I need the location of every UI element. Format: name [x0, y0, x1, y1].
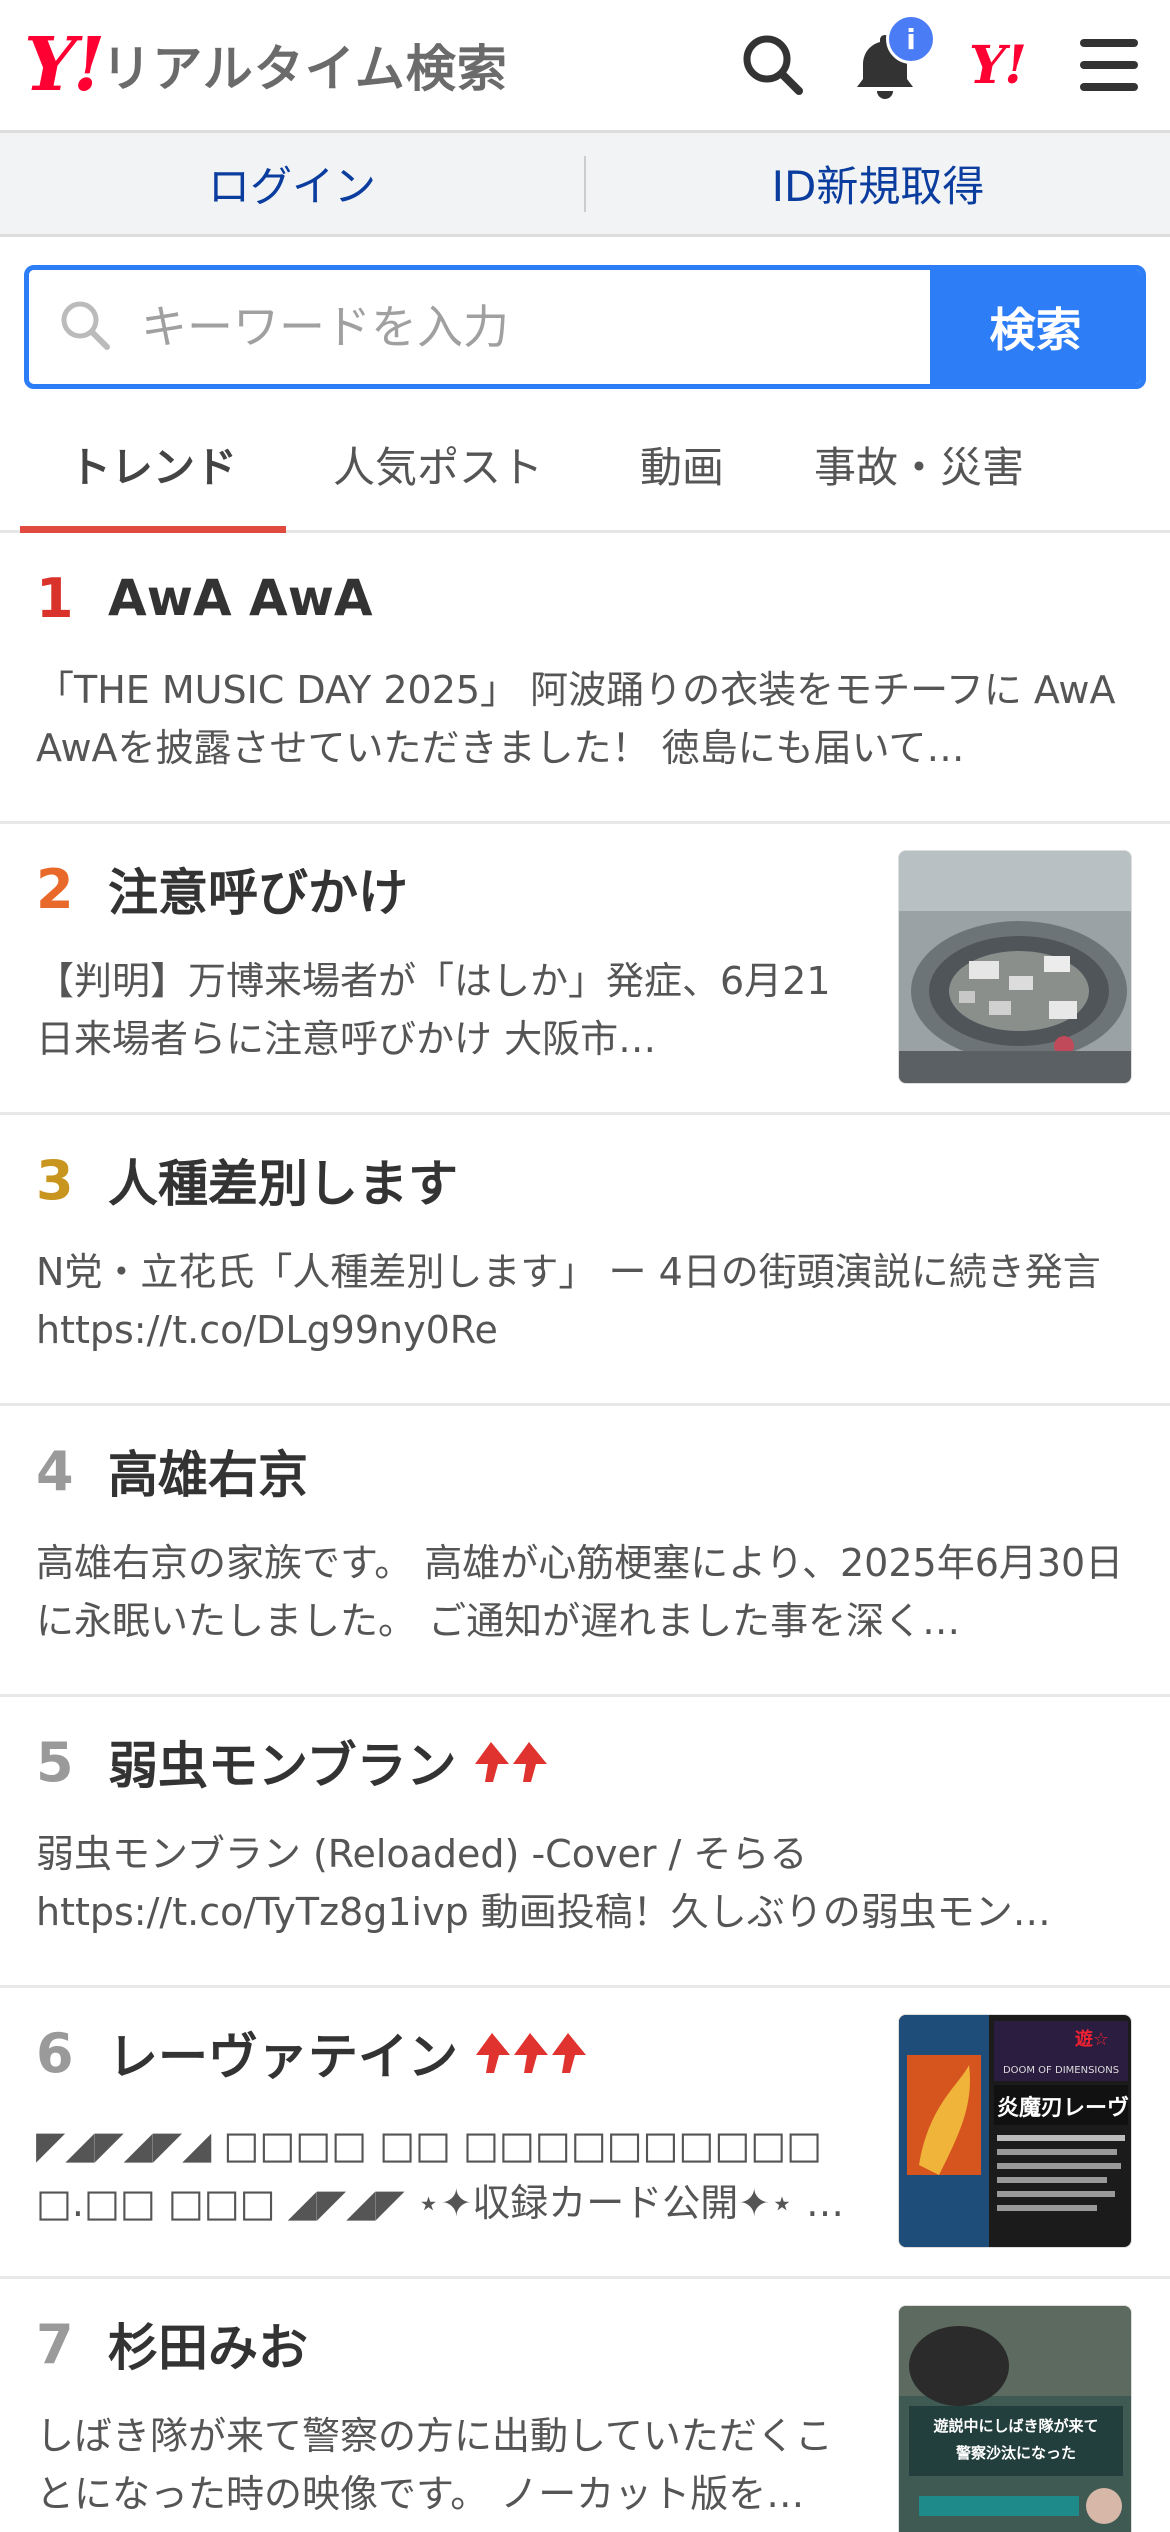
trend-title: 高雄右京	[108, 1446, 308, 1504]
trend-description: N党・立花氏「人種差別します」 ー 4日の街頭演説に続き発言 https://t…	[36, 1250, 1101, 1352]
trend-description: 弱虫モンブラン (Reloaded) -Cover / そらる https://…	[36, 1832, 1051, 1934]
trend-title: 人種差別します	[108, 1155, 458, 1213]
trend-item-4[interactable]: 4 高雄右京 高雄右京の家族です。 高雄が心筋梗塞により、2025年6月30日に…	[0, 1406, 1170, 1697]
tab-accidents-disasters[interactable]: 事故・災害	[774, 399, 1064, 530]
trend-description: 【判明】万博来場者が「はしか」発症、6月21日来場者らに注意呼びかけ 大阪市…	[36, 959, 831, 1061]
yahoo-logo-mark: Y!	[24, 22, 105, 108]
search-button[interactable]: 検索	[930, 270, 1141, 384]
trend-description: 「THE MUSIC DAY 2025」 阿波踊りの衣装をモチーフに AwA A…	[36, 668, 1116, 770]
trend-title: AwA AwA	[108, 569, 373, 627]
trend-list: 1 AwA AwA 「THE MUSIC DAY 2025」 阿波踊りの衣装をモ…	[0, 533, 1170, 2532]
notification-bell-icon[interactable]: i	[848, 14, 936, 102]
rank-number: 2	[36, 857, 74, 921]
yahoo-japan-icon[interactable]: Y!	[960, 28, 1034, 102]
rank-number: 7	[36, 2312, 74, 2376]
trend-title: 弱虫モンブラン	[108, 1737, 457, 1795]
login-link[interactable]: ログイン	[0, 153, 584, 214]
banner-text: DOOM OF DIMENSIONS	[1003, 2065, 1119, 2076]
trend-title: 杉田みお	[108, 2319, 308, 2377]
rank-number: 6	[36, 2021, 74, 2085]
menu-icon[interactable]	[1072, 28, 1146, 102]
tab-popular-posts[interactable]: 人気ポスト	[286, 399, 590, 530]
search-input[interactable]	[141, 300, 841, 354]
rank-number: 3	[36, 1148, 74, 1212]
trend-description: ◤◢◤◢◤◢ □□□□ □□ □□□□□□□□□□ □.□□ □□□ ◢◤◢◤ …	[36, 2123, 836, 2225]
search-form: 検索	[24, 265, 1146, 389]
trend-item-1[interactable]: 1 AwA AwA 「THE MUSIC DAY 2025」 阿波踊りの衣装をモ…	[0, 533, 1170, 824]
trend-item-5[interactable]: 5 弱虫モンブラン 弱虫モンブラン (Reloaded) -Cover / そら…	[0, 1697, 1170, 1988]
category-tabs: トレンド 人気ポスト 動画 事故・災害	[0, 399, 1170, 533]
logo-text: リアルタイム検索	[101, 40, 508, 98]
tab-videos[interactable]: 動画	[590, 399, 774, 530]
rank-number: 4	[36, 1439, 74, 1503]
app-header: Y! リアルタイム検索 i Y!	[0, 0, 1170, 133]
rank-number: 5	[36, 1730, 74, 1794]
login-bar: ログイン ID新規取得	[0, 133, 1170, 237]
trend-item-6[interactable]: 6 レーヴァテイン ◤◢◤◢◤◢ □□□□ □□ □□□□□□□□□□ □.□□…	[0, 1988, 1170, 2279]
video-caption-line-2: 警察沙汰になった	[955, 2444, 1076, 2462]
trend-description: しばき隊が来て警察の方に出動していただくことになった時の映像です。 ノーカット版…	[36, 2414, 833, 2516]
search-glass-icon	[59, 299, 111, 355]
tab-trend[interactable]: トレンド	[20, 399, 286, 533]
rank-number: 1	[36, 566, 74, 630]
card-title-text: 炎魔刃レーヴァ	[997, 2095, 1132, 2121]
rising-arrows-icon	[471, 1738, 555, 1786]
search-icon[interactable]	[736, 28, 810, 102]
trend-title: レーヴァテイン	[108, 2028, 458, 2086]
expo-aerial-thumbnail[interactable]	[898, 850, 1132, 1084]
trend-item-2[interactable]: 2 注意呼びかけ 【判明】万博来場者が「はしか」発症、6月21日来場者らに注意呼…	[0, 824, 1170, 1115]
trend-description: 高雄右京の家族です。 高雄が心筋梗塞により、2025年6月30日に永眠いたしまし…	[36, 1541, 1124, 1643]
svg-text:遊☆: 遊☆	[1075, 2028, 1109, 2050]
yahoo-realtime-logo[interactable]: Y! リアルタイム検索	[24, 28, 508, 102]
rising-arrows-icon	[472, 2029, 596, 2077]
video-thumbnail[interactable]: 遊説中にしばき隊が来て 警察沙汰になった	[898, 2305, 1132, 2532]
trend-title: 注意呼びかけ	[108, 864, 408, 922]
card-game-thumbnail[interactable]: 遊☆ DOOM OF DIMENSIONS 炎魔刃レーヴァ	[898, 2014, 1132, 2248]
signup-link[interactable]: ID新規取得	[586, 153, 1170, 214]
trend-item-7[interactable]: 7 杉田みお しばき隊が来て警察の方に出動していただくことになった時の映像です。…	[0, 2279, 1170, 2532]
video-caption-line-1: 遊説中にしばき隊が来て	[933, 2417, 1098, 2435]
trend-item-3[interactable]: 3 人種差別します N党・立花氏「人種差別します」 ー 4日の街頭演説に続き発言…	[0, 1115, 1170, 1406]
notification-badge: i	[886, 14, 936, 64]
